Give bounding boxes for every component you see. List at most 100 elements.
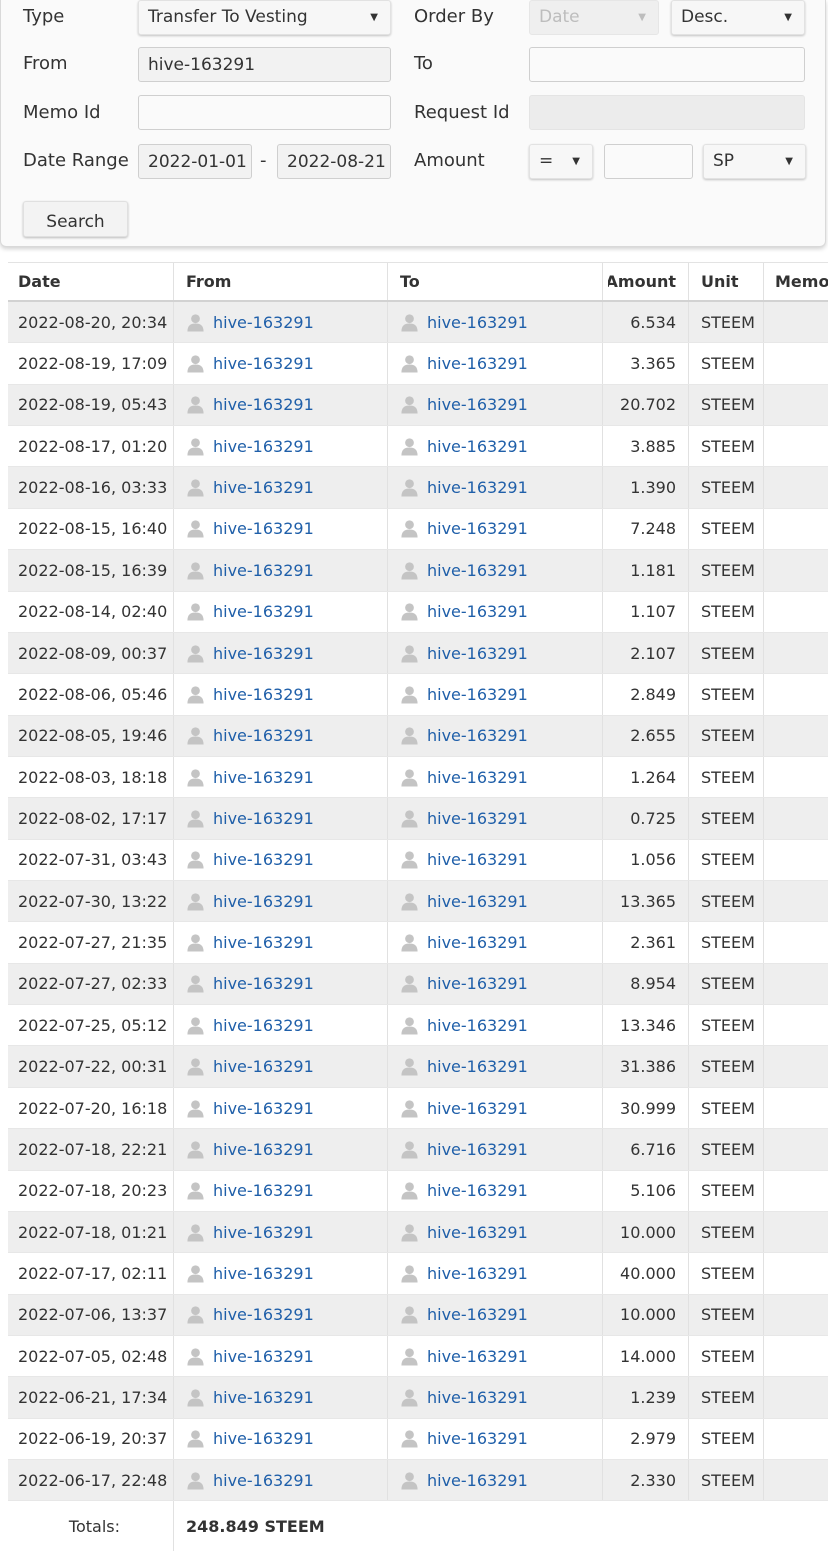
row-to[interactable]: hive-163291 bbox=[400, 1253, 605, 1293]
type-select[interactable]: Transfer To Vesting ▼ bbox=[138, 0, 391, 35]
date-start-input[interactable]: 2022-01-01 bbox=[138, 144, 252, 179]
row-from[interactable]: hive-163291 bbox=[186, 302, 391, 342]
row-to-link[interactable]: hive-163291 bbox=[427, 1305, 528, 1324]
row-from-link[interactable]: hive-163291 bbox=[213, 1223, 314, 1242]
row-from-link[interactable]: hive-163291 bbox=[213, 768, 314, 787]
row-from-link[interactable]: hive-163291 bbox=[213, 602, 314, 621]
row-from-link[interactable]: hive-163291 bbox=[213, 437, 314, 456]
row-to[interactable]: hive-163291 bbox=[400, 798, 605, 838]
row-to[interactable]: hive-163291 bbox=[400, 1460, 605, 1500]
memo-id-input[interactable] bbox=[138, 95, 391, 130]
row-to[interactable]: hive-163291 bbox=[400, 509, 605, 549]
row-from-link[interactable]: hive-163291 bbox=[213, 313, 314, 332]
row-to[interactable]: hive-163291 bbox=[400, 550, 605, 590]
row-to[interactable]: hive-163291 bbox=[400, 467, 605, 507]
row-to[interactable]: hive-163291 bbox=[400, 840, 605, 880]
row-from-link[interactable]: hive-163291 bbox=[213, 478, 314, 497]
row-from[interactable]: hive-163291 bbox=[186, 1046, 391, 1086]
row-to-link[interactable]: hive-163291 bbox=[427, 809, 528, 828]
header-from[interactable]: From bbox=[186, 263, 391, 300]
row-from[interactable]: hive-163291 bbox=[186, 1005, 391, 1045]
row-from-link[interactable]: hive-163291 bbox=[213, 850, 314, 869]
row-from-link[interactable]: hive-163291 bbox=[213, 519, 314, 538]
row-to[interactable]: hive-163291 bbox=[400, 302, 605, 342]
row-from[interactable]: hive-163291 bbox=[186, 1295, 391, 1335]
row-to[interactable]: hive-163291 bbox=[400, 343, 605, 383]
row-from-link[interactable]: hive-163291 bbox=[213, 1016, 314, 1035]
row-from[interactable]: hive-163291 bbox=[186, 674, 391, 714]
row-to[interactable]: hive-163291 bbox=[400, 964, 605, 1004]
row-from-link[interactable]: hive-163291 bbox=[213, 685, 314, 704]
row-from[interactable]: hive-163291 bbox=[186, 633, 391, 673]
row-to-link[interactable]: hive-163291 bbox=[427, 1471, 528, 1490]
header-date[interactable]: Date bbox=[18, 263, 178, 300]
row-to-link[interactable]: hive-163291 bbox=[427, 892, 528, 911]
row-to-link[interactable]: hive-163291 bbox=[427, 519, 528, 538]
row-from-link[interactable]: hive-163291 bbox=[213, 1388, 314, 1407]
row-from-link[interactable]: hive-163291 bbox=[213, 1057, 314, 1076]
row-to-link[interactable]: hive-163291 bbox=[427, 1264, 528, 1283]
row-from-link[interactable]: hive-163291 bbox=[213, 1140, 314, 1159]
row-to-link[interactable]: hive-163291 bbox=[427, 768, 528, 787]
row-to-link[interactable]: hive-163291 bbox=[427, 685, 528, 704]
order-by-select[interactable]: Date ▼ bbox=[529, 0, 659, 35]
row-to-link[interactable]: hive-163291 bbox=[427, 395, 528, 414]
row-from[interactable]: hive-163291 bbox=[186, 757, 391, 797]
row-from[interactable]: hive-163291 bbox=[186, 1088, 391, 1128]
row-to[interactable]: hive-163291 bbox=[400, 385, 605, 425]
row-to-link[interactable]: hive-163291 bbox=[427, 1429, 528, 1448]
row-to[interactable]: hive-163291 bbox=[400, 922, 605, 962]
row-to-link[interactable]: hive-163291 bbox=[427, 1140, 528, 1159]
row-to[interactable]: hive-163291 bbox=[400, 633, 605, 673]
header-to[interactable]: To bbox=[400, 263, 605, 300]
row-to-link[interactable]: hive-163291 bbox=[427, 602, 528, 621]
row-to[interactable]: hive-163291 bbox=[400, 881, 605, 921]
row-to[interactable]: hive-163291 bbox=[400, 1171, 605, 1211]
row-from[interactable]: hive-163291 bbox=[186, 881, 391, 921]
header-memo[interactable]: Memo bbox=[775, 263, 828, 300]
row-from-link[interactable]: hive-163291 bbox=[213, 1181, 314, 1200]
row-from[interactable]: hive-163291 bbox=[186, 592, 391, 632]
row-to-link[interactable]: hive-163291 bbox=[427, 850, 528, 869]
row-from-link[interactable]: hive-163291 bbox=[213, 933, 314, 952]
row-to[interactable]: hive-163291 bbox=[400, 716, 605, 756]
row-from[interactable]: hive-163291 bbox=[186, 467, 391, 507]
from-input[interactable]: hive-163291 bbox=[138, 47, 391, 82]
row-from[interactable]: hive-163291 bbox=[186, 964, 391, 1004]
row-to[interactable]: hive-163291 bbox=[400, 426, 605, 466]
row-to-link[interactable]: hive-163291 bbox=[427, 974, 528, 993]
row-to[interactable]: hive-163291 bbox=[400, 1046, 605, 1086]
row-to-link[interactable]: hive-163291 bbox=[427, 561, 528, 580]
row-from-link[interactable]: hive-163291 bbox=[213, 1264, 314, 1283]
row-to[interactable]: hive-163291 bbox=[400, 1377, 605, 1417]
row-from[interactable]: hive-163291 bbox=[186, 385, 391, 425]
row-from-link[interactable]: hive-163291 bbox=[213, 809, 314, 828]
row-to[interactable]: hive-163291 bbox=[400, 1129, 605, 1169]
row-from-link[interactable]: hive-163291 bbox=[213, 1471, 314, 1490]
row-to-link[interactable]: hive-163291 bbox=[427, 644, 528, 663]
row-from[interactable]: hive-163291 bbox=[186, 343, 391, 383]
row-from[interactable]: hive-163291 bbox=[186, 798, 391, 838]
row-from[interactable]: hive-163291 bbox=[186, 1129, 391, 1169]
row-from[interactable]: hive-163291 bbox=[186, 1460, 391, 1500]
row-to[interactable]: hive-163291 bbox=[400, 1419, 605, 1459]
row-from-link[interactable]: hive-163291 bbox=[213, 354, 314, 373]
search-button[interactable]: Search bbox=[23, 201, 128, 237]
row-from-link[interactable]: hive-163291 bbox=[213, 561, 314, 580]
row-from-link[interactable]: hive-163291 bbox=[213, 395, 314, 414]
row-to-link[interactable]: hive-163291 bbox=[427, 933, 528, 952]
date-end-input[interactable]: 2022-08-21 bbox=[277, 144, 391, 179]
row-from[interactable]: hive-163291 bbox=[186, 1253, 391, 1293]
row-to-link[interactable]: hive-163291 bbox=[427, 1347, 528, 1366]
header-unit[interactable]: Unit bbox=[701, 263, 771, 300]
row-to-link[interactable]: hive-163291 bbox=[427, 1181, 528, 1200]
row-from[interactable]: hive-163291 bbox=[186, 1419, 391, 1459]
row-from-link[interactable]: hive-163291 bbox=[213, 644, 314, 663]
row-to-link[interactable]: hive-163291 bbox=[427, 354, 528, 373]
row-from[interactable]: hive-163291 bbox=[186, 1171, 391, 1211]
request-id-input[interactable] bbox=[529, 95, 805, 130]
row-to[interactable]: hive-163291 bbox=[400, 1295, 605, 1335]
row-from[interactable]: hive-163291 bbox=[186, 1336, 391, 1376]
row-from[interactable]: hive-163291 bbox=[186, 550, 391, 590]
row-to-link[interactable]: hive-163291 bbox=[427, 1099, 528, 1118]
